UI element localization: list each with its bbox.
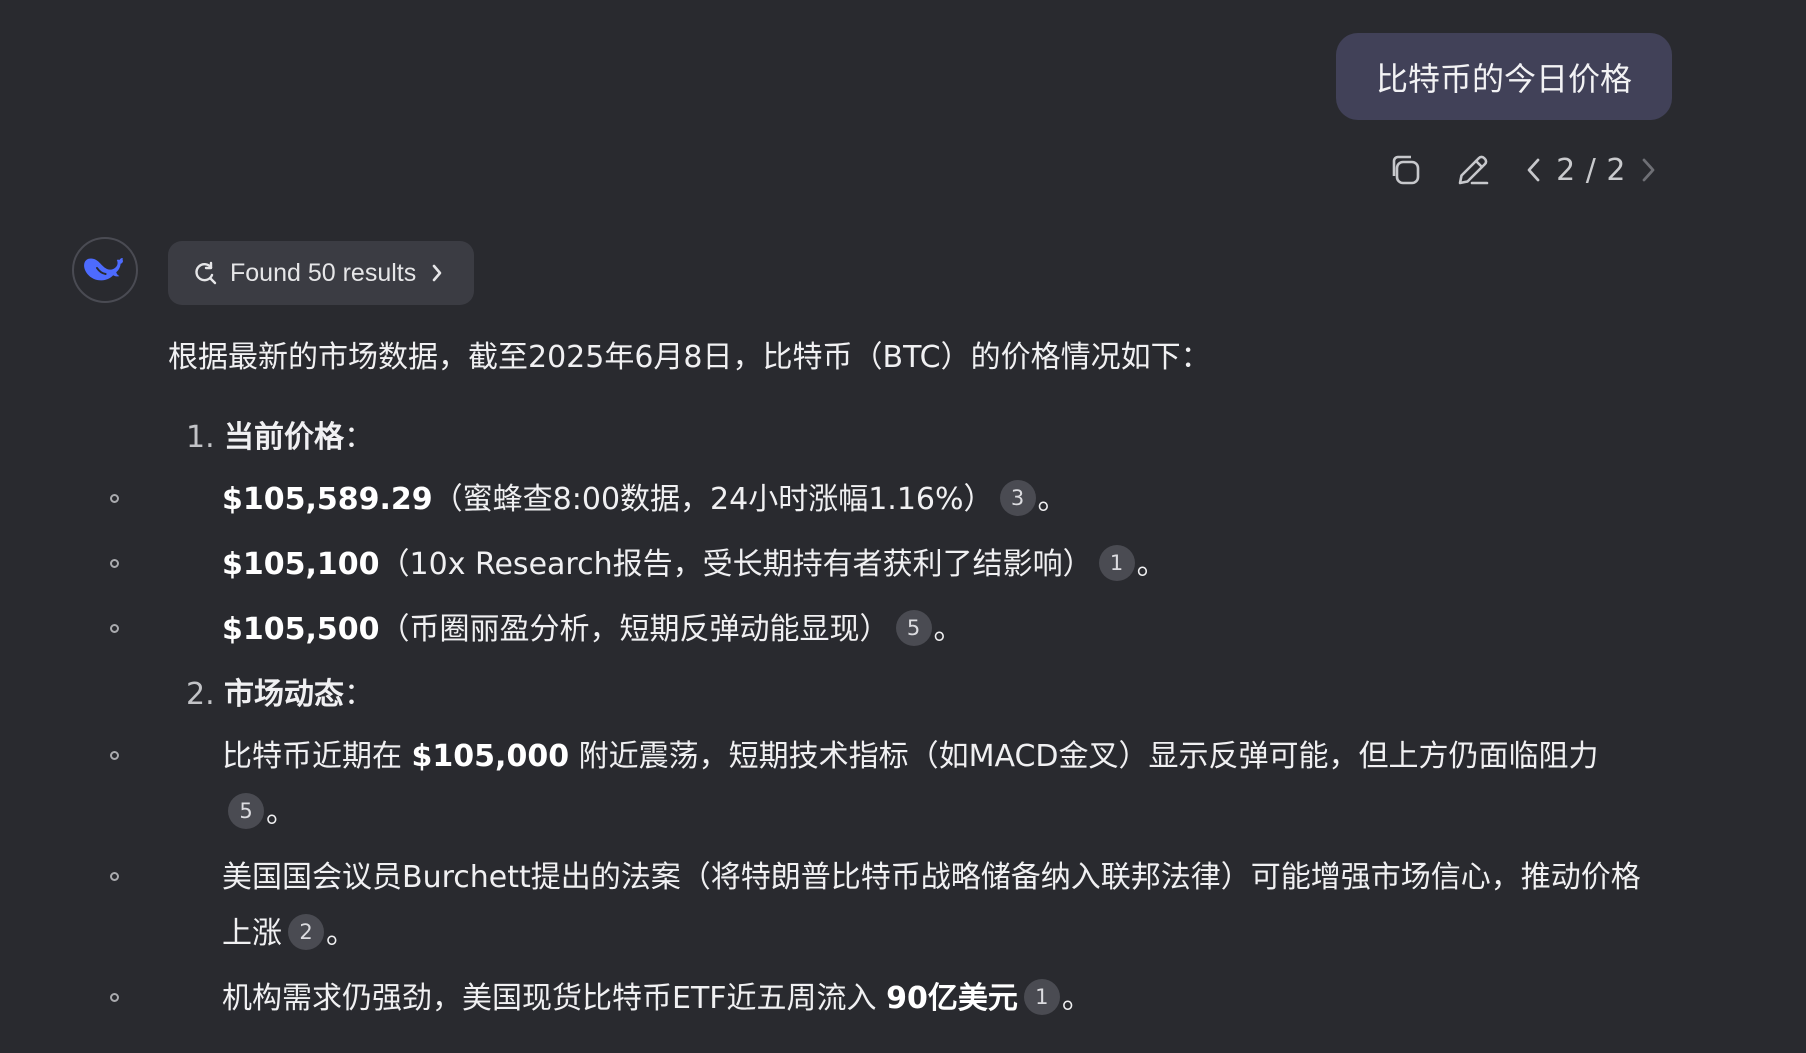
list-item: 美国国会议员Burchett提出的法案（将特朗普比特币战略储备纳入联邦法律）可能… <box>110 850 1668 962</box>
item-text: 美国国会议员Burchett提出的法案（将特朗普比特币战略储备纳入联邦法律）可能… <box>222 860 1641 951</box>
item-text: 附近震荡，短期技术指标（如MACD金叉）显示反弹可能，但上方仍面临阻力 <box>569 739 1599 774</box>
price-value: $105,000 <box>411 739 570 774</box>
bullet <box>110 494 119 503</box>
section-number: 1. <box>186 420 215 455</box>
deepseek-whale-icon <box>84 257 123 281</box>
answer-section-market-dynamics: 2. 市场动态： <box>168 667 1668 723</box>
item-end: 。 <box>326 916 356 951</box>
user-message-bubble: 比特币的今日价格 <box>1335 33 1672 120</box>
price-value: $105,589.29 <box>222 482 433 517</box>
bullet <box>110 559 119 568</box>
price-value: $105,500 <box>222 612 380 647</box>
citation-badge[interactable]: 3 <box>999 479 1036 516</box>
amount-value: 90亿美元 <box>886 981 1018 1016</box>
list-item: 比特币近期在 $105,000 附近震荡，短期技术指标（如MACD金叉）显示反弹… <box>110 729 1668 841</box>
item-end: 。 <box>1037 482 1068 517</box>
item-text: （蜜蜂查8:00数据，24小时涨幅1.16%） <box>432 482 994 517</box>
section-colon: ： <box>344 677 374 712</box>
chevron-right-icon <box>432 264 442 282</box>
assistant-answer: 根据最新的市场数据，截至2025年6月8日，比特币（BTC）的价格情况如下： 1… <box>110 330 1668 1036</box>
chevron-left-icon[interactable] <box>1516 145 1552 195</box>
pencil-icon[interactable] <box>1448 145 1498 195</box>
citation-badge[interactable]: 1 <box>1023 978 1060 1015</box>
citation-badge[interactable]: 1 <box>1098 544 1135 581</box>
item-end: 。 <box>266 795 296 830</box>
price-value: $105,100 <box>222 547 380 582</box>
list-item: $105,100（10x Research报告，受长期持有者获利了结影响） 1。 <box>110 537 1668 593</box>
citation-badge[interactable]: 2 <box>288 913 324 950</box>
chat-page: 比特币的今日价格 2 / 2 Found 50 results 根据最新的市场数… <box>0 0 1806 1053</box>
section-colon: ： <box>344 420 374 455</box>
item-text: （币圈丽盈分析，短期反弹动能显现） <box>379 612 890 647</box>
section-number: 2. <box>186 677 215 712</box>
item-text: 比特币近期在 <box>222 739 412 774</box>
copy-icon[interactable] <box>1380 145 1430 195</box>
item-end: 。 <box>1061 981 1092 1016</box>
answer-section-current-price: 1. 当前价格： <box>168 410 1668 466</box>
list-item: 机构需求仍强劲，美国现货比特币ETF近五周流入 90亿美元 1。 <box>110 971 1668 1027</box>
section-title: 当前价格 <box>224 420 344 455</box>
bullet <box>110 751 119 760</box>
search-results-label: Found 50 results <box>230 258 417 287</box>
bullet <box>110 993 119 1002</box>
item-text: （10x Research报告，受长期持有者获利了结影响） <box>379 547 1093 582</box>
search-results-chip[interactable]: Found 50 results <box>168 241 475 305</box>
list-item: $105,500（币圈丽盈分析，短期反弹动能显现） 5。 <box>110 602 1668 658</box>
chevron-right-icon[interactable] <box>1630 145 1666 195</box>
user-message-actions: 2 / 2 <box>1380 145 1666 195</box>
item-end: 。 <box>933 612 964 647</box>
answer-intro: 根据最新的市场数据，截至2025年6月8日，比特币（BTC）的价格情况如下： <box>168 340 1211 375</box>
list-item: $105,589.29（蜜蜂查8:00数据，24小时涨幅1.16%） 3。 <box>110 472 1668 528</box>
bullet <box>110 624 119 633</box>
bullet <box>110 872 119 881</box>
item-end: 。 <box>1136 547 1167 582</box>
price-list: $105,589.29（蜜蜂查8:00数据，24小时涨幅1.16%） 3。 $10… <box>110 472 1668 658</box>
market-list: 比特币近期在 $105,000 附近震荡，短期技术指标（如MACD金叉）显示反弹… <box>110 729 1668 1027</box>
user-message-text: 比特币的今日价格 <box>1375 59 1632 98</box>
assistant-avatar <box>72 237 138 303</box>
section-title: 市场动态 <box>224 677 344 712</box>
citation-badge[interactable]: 5 <box>895 609 932 646</box>
item-text: 机构需求仍强劲，美国现货比特币ETF近五周流入 <box>222 981 887 1016</box>
pager-text: 2 / 2 <box>1556 152 1626 188</box>
citation-badge[interactable]: 5 <box>228 792 264 829</box>
search-refresh-icon <box>195 261 217 285</box>
